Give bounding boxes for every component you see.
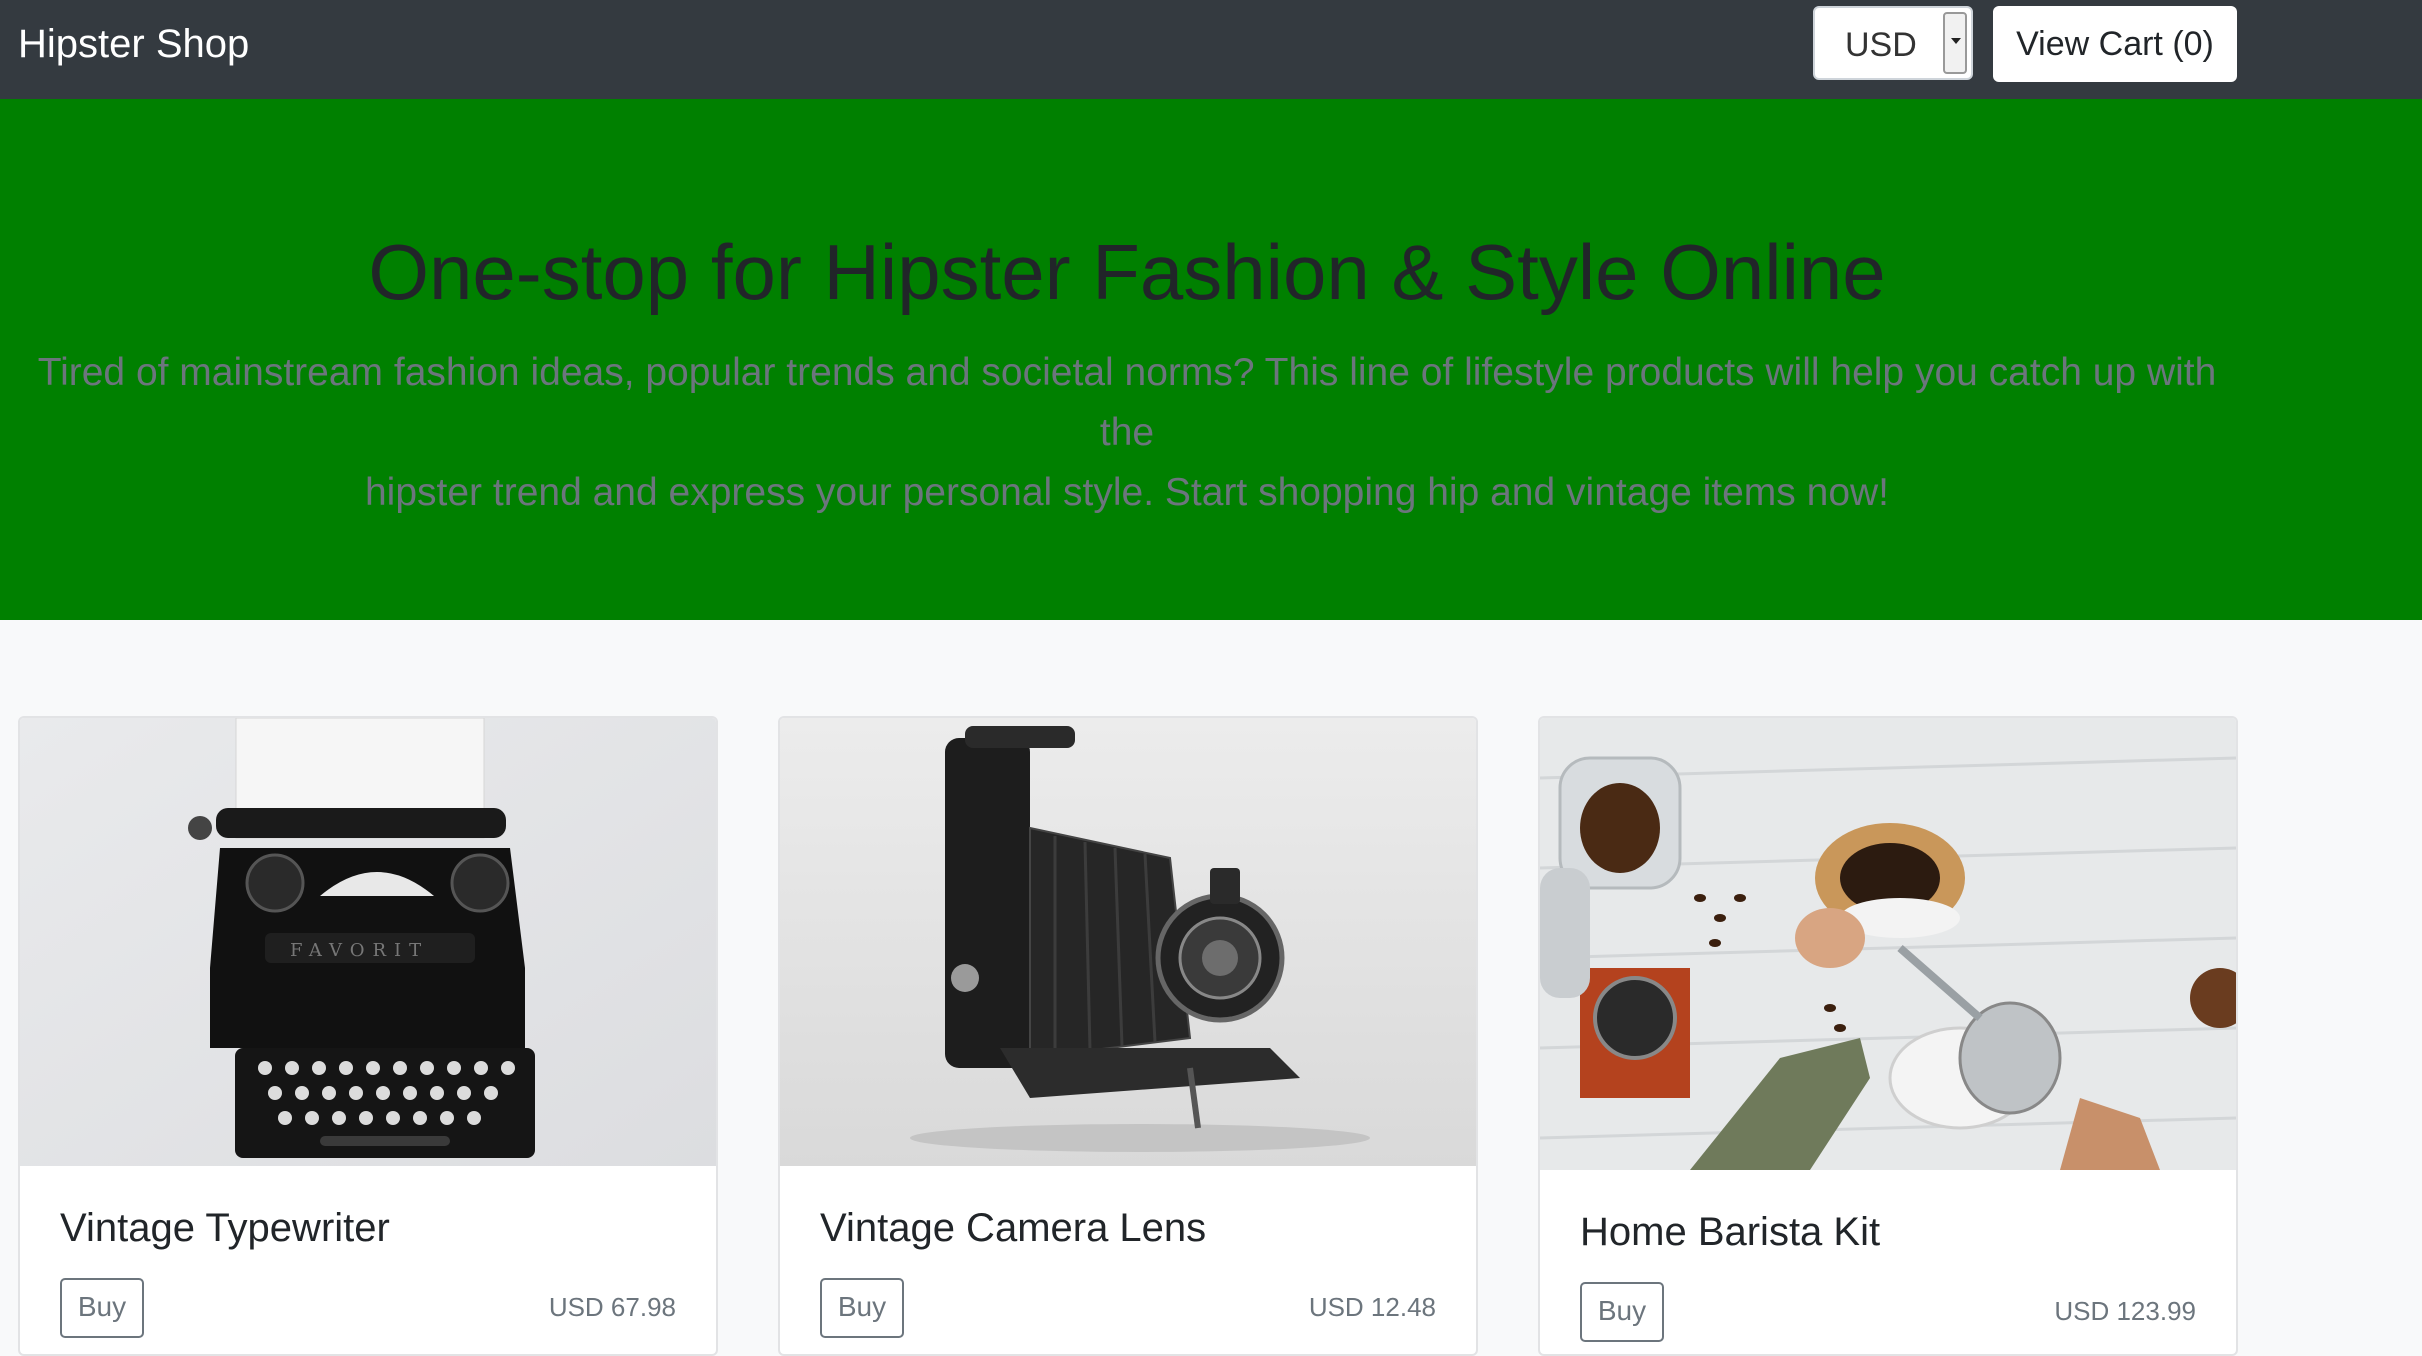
- hero-description-line-2: hipster trend and express your personal …: [364, 471, 1890, 514]
- hero-description: Tired of mainstream fashion ideas, popul…: [20, 343, 2234, 523]
- product-price: USD 123.99: [2054, 1296, 2196, 1326]
- hero-title: One-stop for Hipster Fashion & Style Onl…: [368, 228, 1886, 316]
- product-card[interactable]: Home Barista Kit Buy USD 123.99: [1538, 716, 2238, 1356]
- currency-select[interactable]: USD: [1813, 6, 1973, 80]
- hero-banner: One-stop for Hipster Fashion & Style Onl…: [0, 99, 2422, 620]
- buy-button[interactable]: Buy: [820, 1278, 904, 1338]
- product-price: USD 67.98: [548, 1292, 676, 1322]
- top-navbar: Hipster Shop USD View Cart (0): [0, 0, 2422, 99]
- product-card[interactable]: Vintage Camera Lens Buy USD 12.48: [778, 716, 1478, 1356]
- product-name[interactable]: Vintage Camera Lens: [820, 1206, 1206, 1251]
- currency-value: USD: [1845, 26, 1917, 64]
- buy-button[interactable]: Buy: [1580, 1282, 1664, 1342]
- product-name[interactable]: Vintage Typewriter: [60, 1206, 390, 1251]
- product-card[interactable]: FAVORIT Vintage Typewriter Buy USD 67.98: [18, 716, 718, 1356]
- product-image-typewriter[interactable]: FAVORIT: [20, 718, 716, 1166]
- buy-button[interactable]: Buy: [60, 1278, 144, 1338]
- product-name[interactable]: Home Barista Kit: [1580, 1210, 1880, 1255]
- brand-logo-text[interactable]: Hipster Shop: [18, 22, 249, 67]
- svg-text:FAVORIT: FAVORIT: [290, 940, 429, 961]
- product-image-barista-kit[interactable]: [1540, 718, 2236, 1170]
- product-price: USD 12.48: [1308, 1292, 1436, 1322]
- product-image-camera[interactable]: [780, 718, 1476, 1166]
- hero-description-line-1: Tired of mainstream fashion ideas, popul…: [37, 351, 2217, 454]
- dropdown-arrow-icon[interactable]: [1943, 12, 1967, 74]
- view-cart-button[interactable]: View Cart (0): [1993, 6, 2237, 82]
